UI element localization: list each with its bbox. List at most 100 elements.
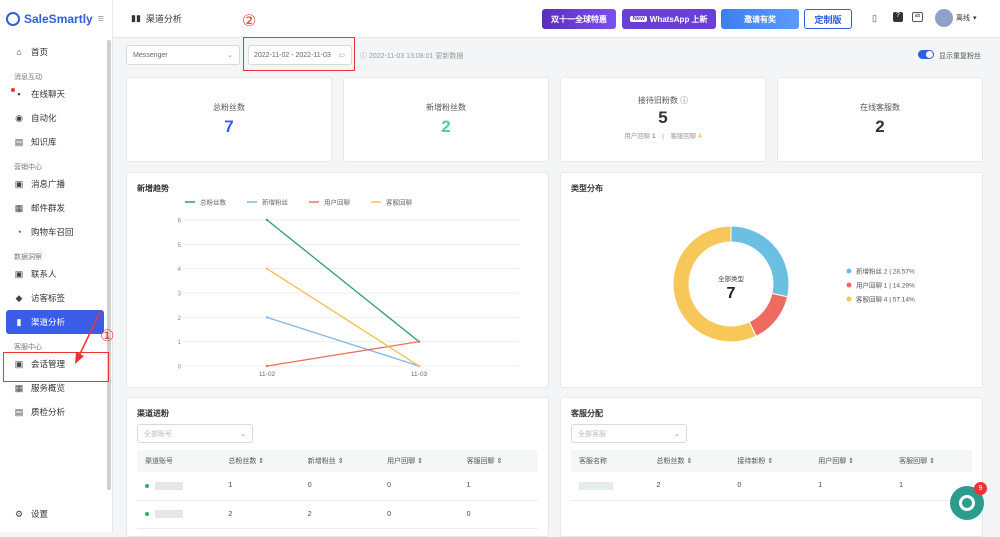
highlight-box (243, 37, 355, 71)
chevron-down-icon: ⌄ (674, 430, 680, 438)
sidebar-item-automation[interactable]: ◉ 自动化 (0, 106, 112, 130)
donut-slice (730, 225, 790, 298)
chat-bubble-icon (959, 495, 975, 511)
agent-table-title: 客服分配 (571, 409, 603, 418)
col-header[interactable]: 客服名称 (571, 450, 649, 472)
blurred-account (155, 510, 183, 518)
col-header[interactable]: 用户回聊 ⇕ (810, 450, 892, 472)
y-tick-label: 6 (178, 219, 182, 225)
sidebar-item-home[interactable]: ⌂ 首页 (0, 40, 112, 64)
channel-table-card: 渠道进粉 全部账号 ⌄ 渠道账号 总粉丝数 ⇕ 新增粉丝 ⇕ 用户回聊 ⇕ 客服回聊 ⇕ … (126, 397, 549, 537)
qa-icon: ▤ (14, 406, 24, 417)
data-point (265, 364, 269, 368)
gear-icon: ⚙ (14, 508, 24, 519)
kpi-total-fans: 总粉丝数 7 (126, 77, 332, 162)
agent-table: 客服名称 总粉丝数 ⇕ 接待新粉 ⇕ 用户回聊 ⇕ 客服回聊 ⇕ 2011 (571, 450, 972, 501)
legend-dot (846, 282, 852, 288)
status-dot (145, 483, 149, 488)
legend-label: 新增粉丝 (262, 198, 289, 207)
promo-invite[interactable]: 邀请有奖 (721, 9, 799, 29)
account-select[interactable]: 全部账号 ⌄ (137, 424, 253, 443)
device-icon[interactable]: ▯ (872, 13, 877, 24)
grid-icon: ▦ (14, 202, 24, 213)
bar-chart-icon: ▮ (16, 316, 22, 327)
sidebar-item-email[interactable]: ▦ 邮件群发 (0, 196, 112, 220)
data-point (265, 267, 269, 270)
donut-slice (748, 292, 789, 337)
repeat-fans-toggle[interactable] (918, 50, 934, 59)
page-title: 渠道分析 (145, 14, 182, 24)
updated-time: ⓘ 2022-11-03 13:08:01 更新数据 (360, 53, 464, 60)
col-header[interactable]: 客服回聊 ⇕ (458, 450, 538, 472)
agent-select[interactable]: 全部客服 ⌄ (571, 424, 687, 443)
col-header[interactable]: 用户回聊 ⇕ (379, 450, 459, 472)
table-row: 2011 (571, 472, 972, 501)
user-menu[interactable]: 离线 ▾ (935, 9, 977, 27)
y-tick-label: 5 (178, 243, 182, 249)
kpi-online-agents: 在线客服数 2 (777, 77, 983, 162)
chat-widget-button[interactable]: 9 (950, 482, 987, 520)
col-header[interactable]: 接待新粉 ⇕ (729, 450, 811, 472)
blurred-account (155, 481, 183, 490)
channel-select[interactable]: Messenger ⌄ (126, 45, 240, 65)
promo-whatsapp[interactable]: New WhatsApp 上新 (622, 9, 716, 29)
legend-label: 新增粉丝 2 | 28.57% (856, 267, 915, 276)
status-dot (145, 512, 149, 516)
tag-icon: ◆ (15, 292, 23, 303)
legend-label: 客服回聊 (386, 198, 413, 207)
data-point (417, 340, 421, 343)
sidebar-item-cart[interactable]: ◔ 购物车召回 (0, 220, 112, 244)
custom-edition-button[interactable]: 定制版 (804, 9, 852, 29)
donut-center-label: 全部类型 (718, 274, 745, 283)
y-tick-label: 4 (178, 267, 182, 273)
menu-toggle-icon[interactable]: ≡ (98, 13, 104, 25)
promo-double11[interactable]: 双十一全球特惠 (542, 9, 616, 29)
sidebar-item-broadcast[interactable]: ▣ 消息广播 (0, 172, 112, 196)
chevron-down-icon: ▾ (973, 15, 977, 22)
data-point (265, 316, 269, 319)
kpi-new-fans: 新增粉丝数 2 (343, 77, 549, 162)
y-tick-label: 1 (178, 340, 182, 346)
legend-label: 用户回聊 1 | 14.29% (856, 281, 915, 290)
x-tick-label: 11-03 (411, 371, 428, 378)
group-label: 数据洞察 (14, 254, 42, 261)
table-row: 2200 (137, 500, 538, 529)
book-icon: ▤ (14, 136, 24, 147)
logo[interactable]: SaleSmartly ≡ (0, 0, 112, 38)
contact-icon: ▣ (14, 268, 24, 279)
kpi-sub: 用户回聊 1 | 客服回聊 4 (624, 133, 702, 140)
overview-icon: ▦ (14, 382, 24, 393)
series-line (266, 219, 420, 343)
sidebar-scrollbar[interactable] (107, 40, 111, 490)
sidebar-item-chat[interactable]: ▪ 在线聊天 (0, 82, 112, 106)
agent-table-card: 客服分配 全部客服 ⌄ 客服名称 总粉丝数 ⇕ 接待新粉 ⇕ 用户回聊 ⇕ 客服回聊 ⇕ … (560, 397, 983, 537)
col-header[interactable]: 总粉丝数 ⇕ (648, 450, 730, 472)
home-icon: ⌂ (16, 47, 22, 57)
sidebar-item-knowledge[interactable]: ▤ 知识库 (0, 130, 112, 154)
broadcast-icon: ▣ (14, 178, 24, 189)
y-tick-label: 2 (178, 316, 182, 322)
legend-label: 客服回聊 4 | 57.14% (856, 295, 915, 304)
logo-icon (6, 12, 20, 26)
col-header[interactable]: 客服回聊 ⇕ (891, 450, 972, 472)
translate-icon[interactable]: ab (912, 12, 923, 22)
sidebar-item-qa[interactable]: ▤ 质检分析 (0, 400, 112, 424)
chat-icon: ▪ (17, 89, 21, 99)
bar-chart-icon: ▮▮ (131, 13, 141, 23)
data-point (265, 218, 269, 222)
trend-card: 新增趋势 0 1 2 3 4 5 6 11-02 11-03 总粉丝数 新增粉丝 用户回聊 客服回聊 (126, 172, 549, 388)
legend-dot (846, 296, 852, 302)
kpi-old-fans: 接待旧粉数 ⓘ 5 用户回聊 1 | 客服回聊 4 (560, 77, 766, 162)
annotation-two: ② (242, 13, 257, 30)
sidebar-item-contacts[interactable]: ▣ 联系人 (0, 262, 112, 286)
sidebar: SaleSmartly ≡ ⌂ 首页 消息互动 ▪ 在线聊天 ◉ 自动化 ▤ 知识库 营… (0, 0, 113, 532)
sidebar-item-settings[interactable]: ⚙ 设置 (0, 502, 108, 526)
table-row: 1001 (137, 472, 538, 501)
logo-text: SaleSmartly (24, 12, 93, 26)
col-header[interactable]: 总粉丝数 ⇕ (220, 450, 300, 472)
channel-table-title: 渠道进粉 (137, 409, 169, 418)
help-icon[interactable]: ? (893, 12, 903, 22)
col-header[interactable]: 新增粉丝 ⇕ (299, 450, 380, 472)
y-tick-label: 0 (178, 365, 182, 371)
col-header[interactable]: 渠道账号 (137, 450, 221, 472)
